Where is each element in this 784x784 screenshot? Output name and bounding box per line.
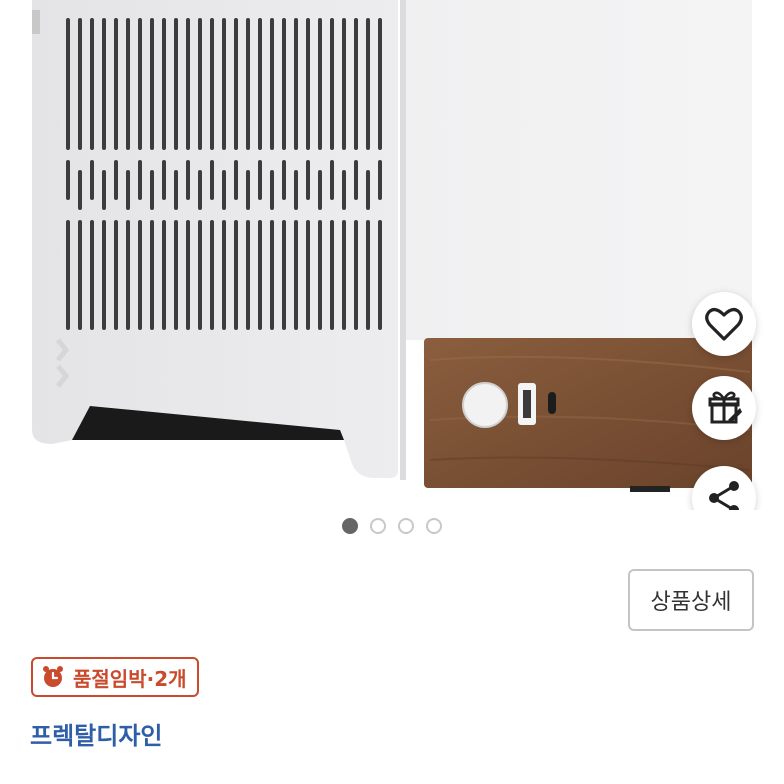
vent-slot xyxy=(258,160,262,200)
vent-slot xyxy=(210,18,214,150)
vent-slot xyxy=(162,18,166,150)
vent-slot xyxy=(246,170,250,210)
vent-slot xyxy=(126,18,130,150)
vent-slot xyxy=(90,160,94,200)
vent-slot xyxy=(234,220,238,330)
gift-button[interactable] xyxy=(692,376,756,440)
vent-slot xyxy=(102,170,106,210)
vent-slot xyxy=(246,220,250,330)
vent-slot xyxy=(234,18,238,150)
vent-slot xyxy=(162,160,166,200)
vent-slot xyxy=(306,160,310,200)
vent-slot xyxy=(354,220,358,330)
vent-slot xyxy=(246,18,250,150)
share-icon xyxy=(709,481,739,510)
vent-slot xyxy=(222,220,226,330)
brand-link[interactable]: 프렉탈디자인 xyxy=(30,716,162,751)
vent-slot xyxy=(102,18,106,150)
heart-icon xyxy=(705,308,743,341)
vent-slot xyxy=(126,220,130,330)
vent-slot xyxy=(114,220,118,330)
vent-slot xyxy=(210,220,214,330)
vent-slot xyxy=(378,18,382,150)
vent-slot xyxy=(258,220,262,330)
vent-slot xyxy=(330,220,334,330)
vent-slot xyxy=(306,18,310,150)
vent-slot xyxy=(186,18,190,150)
product-detail-button[interactable]: 상품상세 xyxy=(628,569,754,631)
vent-slot xyxy=(198,18,202,150)
carousel-indicator xyxy=(0,518,784,534)
vent-slot xyxy=(150,220,154,330)
product-image[interactable] xyxy=(0,0,784,510)
vent-slot xyxy=(114,160,118,200)
vent-slot xyxy=(318,170,322,210)
vent-slot xyxy=(198,220,202,330)
vent-slot xyxy=(270,170,274,210)
vent-slot xyxy=(366,18,370,150)
vent-slot xyxy=(126,170,130,210)
vent-slot xyxy=(258,18,262,150)
vent-slot xyxy=(186,220,190,330)
vent-slot xyxy=(198,170,202,210)
vent-slot xyxy=(342,220,346,330)
vent-slot xyxy=(222,18,226,150)
vent-slot xyxy=(306,220,310,330)
vent-slot xyxy=(90,220,94,330)
vent-slot xyxy=(222,170,226,210)
vent-slot xyxy=(150,170,154,210)
vent-slot xyxy=(282,160,286,200)
vent-slot xyxy=(342,18,346,150)
vent-slot xyxy=(318,18,322,150)
stock-badge-label: 품절임박·2개 xyxy=(73,666,187,691)
vent-slot xyxy=(270,220,274,330)
vent-slot xyxy=(174,220,178,330)
alarm-clock-icon xyxy=(43,666,63,687)
vent-slot xyxy=(354,18,358,150)
vent-slot xyxy=(150,18,154,150)
vent-slot xyxy=(294,220,298,330)
vent-slot xyxy=(78,170,82,210)
vent-slot xyxy=(162,220,166,330)
vent-slot xyxy=(66,220,70,330)
vent-slot xyxy=(102,220,106,330)
vent-slot xyxy=(342,170,346,210)
vent-slot xyxy=(330,18,334,150)
carousel-dot[interactable] xyxy=(398,518,414,534)
product-photo xyxy=(32,0,752,492)
vent-slot xyxy=(138,220,142,330)
vent-slot xyxy=(318,220,322,330)
vent-slot xyxy=(78,18,82,150)
vent-slot xyxy=(366,220,370,330)
vent-slot xyxy=(282,18,286,150)
vent-slot xyxy=(294,170,298,210)
vent-slot xyxy=(90,18,94,150)
gift-icon xyxy=(708,391,742,424)
vent-slot xyxy=(174,18,178,150)
carousel-dot[interactable] xyxy=(342,518,358,534)
vent-slot xyxy=(174,170,178,210)
vent-slot xyxy=(66,160,70,200)
vent-slot xyxy=(138,18,142,150)
favorite-button[interactable] xyxy=(692,292,756,356)
vent-slot xyxy=(66,18,70,150)
vent-slot xyxy=(114,18,118,150)
vent-slot xyxy=(210,160,214,200)
vent-slot xyxy=(138,160,142,200)
vent-slot xyxy=(354,160,358,200)
vent-slot xyxy=(234,160,238,200)
vent-slot xyxy=(78,220,82,330)
vent-slot xyxy=(378,220,382,330)
vent-slot xyxy=(270,18,274,150)
stock-badge: 품절임박·2개 xyxy=(31,657,199,697)
vent-slot xyxy=(282,220,286,330)
carousel-dot[interactable] xyxy=(370,518,386,534)
vent-slot xyxy=(294,18,298,150)
vent-slot xyxy=(186,160,190,200)
vent-slot xyxy=(378,160,382,200)
carousel-dot[interactable] xyxy=(426,518,442,534)
vent-slot xyxy=(366,170,370,210)
vent-slot xyxy=(330,160,334,200)
